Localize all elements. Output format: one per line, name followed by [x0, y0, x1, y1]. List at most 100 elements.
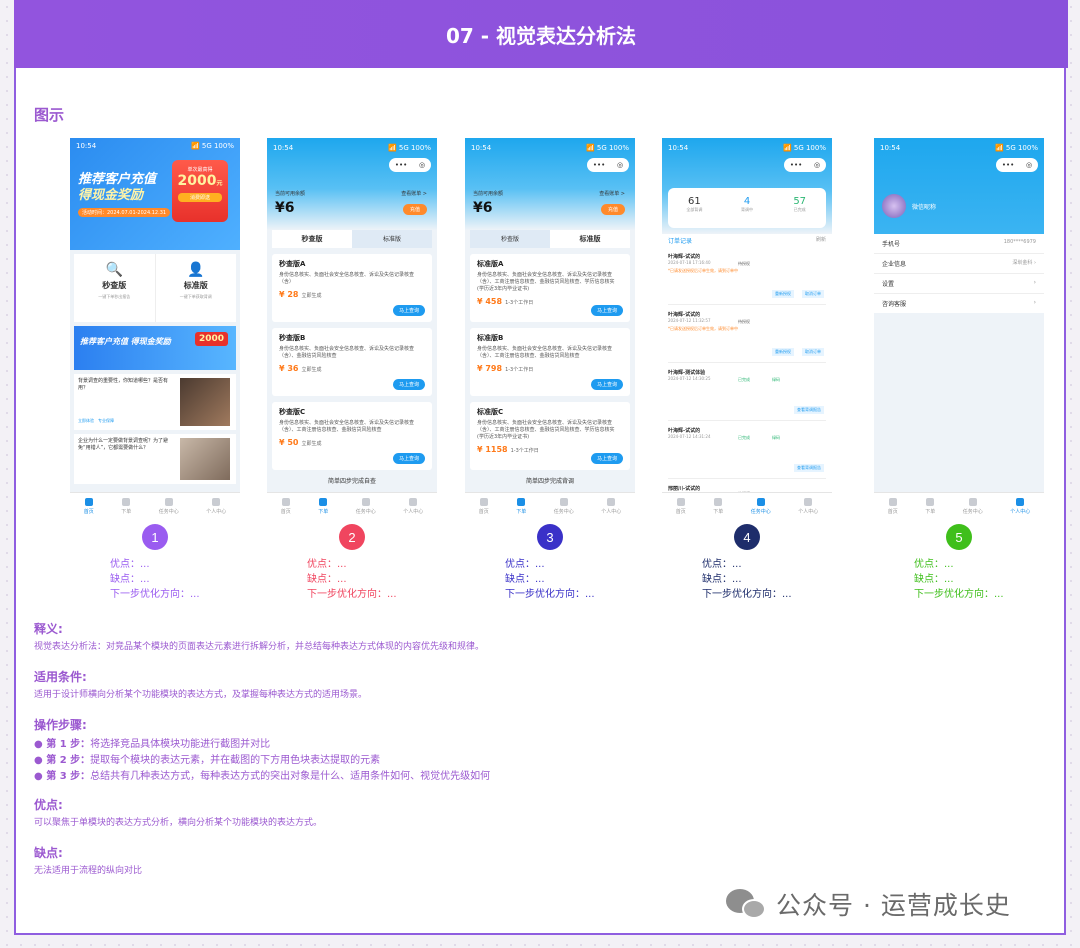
profile-icon [1016, 498, 1025, 506]
avatar[interactable] [882, 194, 906, 218]
step-1: ● 第 1 步：将选择竞品具体模块功能进行截图并对比 [34, 739, 271, 750]
refresh-link[interactable]: 刷新 [816, 236, 826, 245]
tab-standard[interactable]: 标准版 [352, 230, 432, 248]
tab-tasks[interactable]: 任务中心 [159, 498, 179, 515]
profile-row-settings[interactable]: 设置 › [874, 274, 1044, 294]
view-report-button[interactable]: 查看背调报告 [794, 464, 824, 472]
order-item[interactable]: 叶海辉-测试体验 2024-07-12 14:30:25 已完成 绿码 查看背调… [668, 369, 826, 421]
profile-list: 手机号 180****6979 企业信息 深圳金科 › 设置 › 咨询客服 › [874, 234, 1044, 313]
article-item[interactable]: 企业为什么一定要做背景调查呢？为了避免“用错人”，它都需要做什么？ [74, 434, 236, 484]
article-item[interactable]: 背景调查的重要性，你知道哪些？是否有用？ 立即体验 专业保障 [74, 374, 236, 430]
query-button[interactable]: 马上查询 [590, 305, 623, 316]
tab-profile[interactable]: 个人中心 [798, 498, 818, 515]
order-list-title: 订单记录 [668, 238, 693, 245]
coupon-button[interactable]: 消费即送 [178, 193, 222, 202]
tab-order[interactable]: 下单 [121, 498, 131, 515]
profile-row-company[interactable]: 企业信息 深圳金科 › [874, 254, 1044, 274]
recharge-button[interactable]: 充值 [600, 204, 625, 215]
product-price: ¥ 798 1-3个工作日 [477, 364, 534, 373]
tab-home[interactable]: 首页 [479, 498, 489, 515]
stat-all[interactable]: 61 全部背调 [668, 188, 721, 228]
tab-home[interactable]: 首页 [84, 498, 94, 515]
note-pro: 优点：... [505, 559, 545, 570]
stat-done[interactable]: 57 已完成 [773, 188, 826, 228]
note-pro: 优点：... [110, 559, 150, 570]
option-standard-title: 标准版 [183, 281, 208, 290]
tab-order[interactable]: 下单 [516, 498, 526, 515]
bill-link[interactable]: 查看账单 > [599, 190, 625, 197]
bill-link[interactable]: 查看账单 > [401, 190, 427, 197]
home-icon [281, 498, 290, 506]
tab-quick[interactable]: 秒查版 [470, 230, 550, 248]
tab-profile[interactable]: 个人中心 [1010, 498, 1030, 515]
option-standard[interactable]: 👤 标准版 一键下单获取背调 [156, 254, 237, 322]
option-standard-sub: 一键下单获取背调 [179, 294, 212, 299]
menu-capsule[interactable]: ••• ◎ [587, 158, 629, 172]
note-con: 缺点：... [110, 574, 150, 585]
definition-title: 释义: [34, 622, 63, 636]
query-button[interactable]: 马上查询 [392, 453, 425, 464]
tab-tasks[interactable]: 任务中心 [356, 498, 376, 515]
menu-capsule[interactable]: ••• ◎ [784, 158, 826, 172]
order-item[interactable]: 叶海辉-试试的 2024-07-12 14:31:24 已完成 绿码 查看背调报… [668, 427, 826, 479]
query-button[interactable]: 马上查询 [590, 379, 623, 390]
tab-order[interactable]: 下单 [713, 498, 723, 515]
tab-standard[interactable]: 标准版 [550, 230, 630, 248]
recharge-button[interactable]: 充值 [402, 204, 427, 215]
definition-text: 视觉表达分析法：对竞品某个模块的页面表达元素进行拆解分析，并总结每种表达方式体现… [34, 642, 485, 652]
tab-home[interactable]: 首页 [888, 498, 898, 515]
query-button[interactable]: 马上查询 [590, 453, 623, 464]
article-link[interactable]: 立即体验 专业保障 [78, 418, 114, 424]
note-next: 下一步优化方向：... [702, 589, 792, 600]
balance-value: ¥6 [473, 200, 493, 216]
tab-order[interactable]: 下单 [318, 498, 328, 515]
tab-profile[interactable]: 个人中心 [403, 498, 423, 515]
reauth-button[interactable]: 重新授权 [772, 348, 794, 356]
coupon-card: 单次最高得 2000元 消费即送 [172, 160, 228, 222]
tab-quick[interactable]: 秒查版 [272, 230, 352, 248]
order-item[interactable]: 叶海辉-试试的 2024-07-12 11:32:57 待授权 *已请发送授权后… [668, 311, 826, 363]
tab-profile[interactable]: 个人中心 [601, 498, 621, 515]
order-icon [926, 498, 935, 506]
query-button[interactable]: 马上查询 [392, 379, 425, 390]
reauth-button[interactable]: 重新授权 [772, 290, 794, 298]
menu-capsule[interactable]: ••• ◎ [996, 158, 1038, 172]
stat-progress[interactable]: 4 背调中 [721, 188, 774, 228]
version-tabs: 秒查版 标准版 [470, 230, 630, 248]
option-quick[interactable]: 🔍 秒查版 一键下单秒出报告 [74, 254, 156, 322]
tab-home[interactable]: 首页 [281, 498, 291, 515]
search-icon: 🔍 [105, 262, 123, 278]
menu-capsule[interactable]: ••• ◎ [389, 158, 431, 172]
cancel-order-button[interactable]: 取消订单 [802, 348, 824, 356]
balance-label: 当前可用余额 [473, 191, 504, 197]
product-card: 标准版B 身份信息核实、负面社会安全信息核查、诉讼及失信记录核查（含）、工商注册… [470, 328, 630, 396]
phone-screenshot-5: 10:54 📶 5G 100% ••• ◎ 微信昵称 手机号 180****6979 … [874, 138, 1044, 520]
step-badge-5: 5 [946, 524, 972, 550]
article-image [180, 378, 230, 426]
page-title: 07 - 视觉表达分析法 [14, 0, 1068, 68]
step-badge-3: 3 [537, 524, 563, 550]
tab-order[interactable]: 下单 [925, 498, 935, 515]
status-icons: 📶 5G 100% [387, 144, 431, 152]
balance-label: 当前可用余额 [275, 191, 306, 197]
product-title: 标准版A [477, 260, 504, 268]
query-button[interactable]: 马上查询 [392, 305, 425, 316]
status-icons: 📶 5G 100% [190, 142, 234, 150]
tab-tasks[interactable]: 任务中心 [554, 498, 574, 515]
tab-profile[interactable]: 个人中心 [206, 498, 226, 515]
notes-block-5: 优点：... 缺点：... 下一步优化方向：... [914, 557, 1004, 602]
product-title: 标准版C [477, 408, 504, 416]
order-icon [122, 498, 131, 506]
mini-banner[interactable]: 推荐客户充值 得现金奖励 2000 [74, 326, 236, 370]
order-list: 叶海辉-试试的 2024-07-18 17:16:40 待授权 *已请发送授权后… [662, 253, 832, 509]
profile-row-support[interactable]: 咨询客服 › [874, 294, 1044, 313]
note-next: 下一步优化方向：... [505, 589, 595, 600]
tab-home[interactable]: 首页 [676, 498, 686, 515]
banner-subheadline: 得现金奖励 [78, 188, 144, 203]
order-item[interactable]: 叶海辉-试试的 2024-07-18 17:16:40 待授权 *已请发送授权后… [668, 253, 826, 305]
tab-tasks[interactable]: 任务中心 [963, 498, 983, 515]
view-report-button[interactable]: 查看背调报告 [794, 406, 824, 414]
tab-tasks[interactable]: 任务中心 [751, 498, 771, 515]
cancel-order-button[interactable]: 取消订单 [802, 290, 824, 298]
watermark-text: 公众号 · 运营成长史 [776, 891, 1011, 920]
